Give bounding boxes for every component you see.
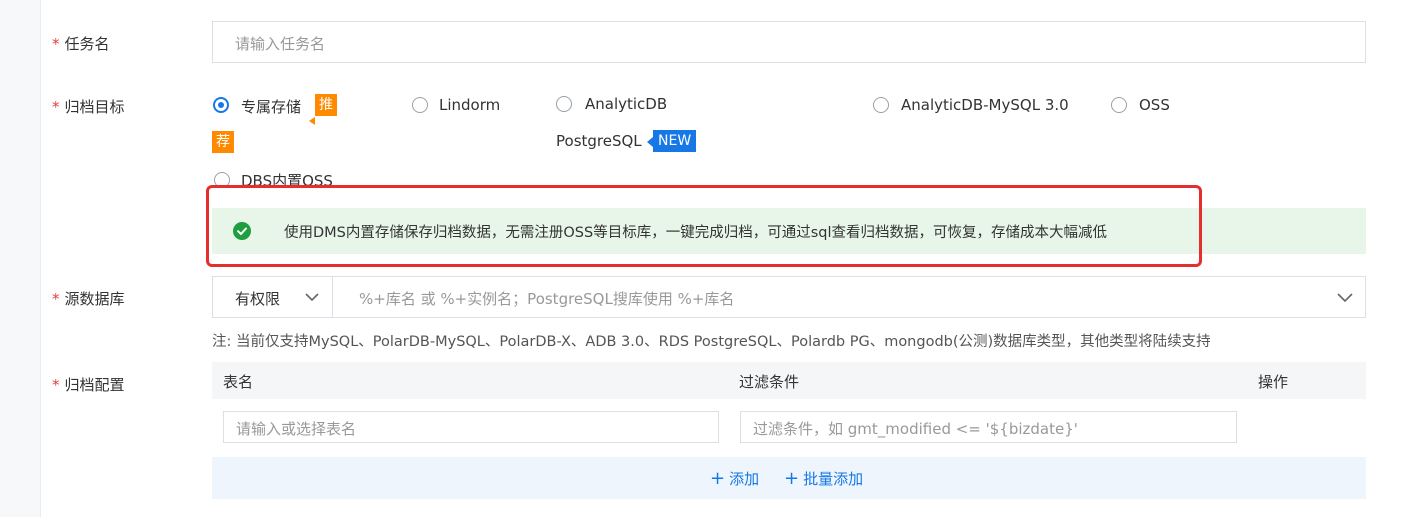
column-header-table-name: 表名: [223, 373, 254, 391]
chevron-down-icon: [305, 293, 319, 302]
highlight-callout-box: [206, 185, 1202, 267]
archive-target-label: * 归档目标: [52, 98, 125, 116]
task-name-placeholder: 请输入任务名: [235, 35, 326, 53]
recommend-badge-part2: 荐: [212, 131, 234, 153]
table-name-placeholder: 请输入或选择表名: [236, 420, 357, 438]
config-table-header: 表名 过滤条件 操作: [212, 362, 1366, 399]
option-analyticdb-pg-label-line2: PostgreSQL: [556, 132, 642, 150]
permission-select-value: 有权限: [235, 290, 281, 308]
option-lindorm-label: Lindorm: [439, 96, 501, 114]
plus-icon: +: [784, 468, 800, 489]
option-oss-label: OSS: [1139, 96, 1170, 114]
chevron-down-icon: [1337, 293, 1353, 302]
radio-lindorm[interactable]: [412, 97, 428, 113]
option-dedicated-storage-label: 专属存储: [241, 98, 302, 116]
filter-condition-placeholder: 过滤条件，如 gmt_modified <= '${bizdate}': [753, 420, 1078, 438]
option-analyticdb-mysql-label: AnalyticDB-MySQL 3.0: [901, 96, 1069, 114]
permission-select[interactable]: 有权限: [212, 276, 333, 318]
source-db-note: 注: 当前仅支持MySQL、PolarDB-MySQL、PolarDB-X、AD…: [212, 334, 1211, 350]
source-db-search-select[interactable]: %+库名 或 %+实例名；PostgreSQL搜库使用 %+库名: [332, 276, 1366, 318]
add-button[interactable]: + 添加: [710, 468, 759, 489]
table-name-input[interactable]: 请输入或选择表名: [223, 411, 719, 443]
bulk-add-button-label: 批量添加: [803, 470, 864, 488]
archive-config-label: * 归档配置: [52, 376, 125, 394]
source-db-placeholder: %+库名 或 %+实例名；PostgreSQL搜库使用 %+库名: [359, 290, 735, 308]
bulk-add-button[interactable]: + 批量添加: [784, 468, 863, 489]
task-name-label: * 任务名: [52, 35, 110, 53]
task-name-input[interactable]: 请输入任务名: [212, 21, 1366, 63]
new-badge: NEW: [653, 130, 697, 152]
recommend-badge-arrow: [309, 117, 315, 125]
option-analyticdb-pg-label-line1: AnalyticDB: [585, 95, 668, 113]
radio-analyticdb-pg[interactable]: [556, 96, 572, 112]
filter-condition-input[interactable]: 过滤条件，如 gmt_modified <= '${bizdate}': [740, 411, 1237, 443]
radio-dedicated-storage[interactable]: [213, 97, 229, 113]
column-header-filter: 过滤条件: [739, 373, 800, 391]
recommend-badge-part1: 推: [315, 94, 337, 116]
source-db-label: * 源数据库: [52, 290, 125, 308]
radio-analyticdb-mysql[interactable]: [873, 97, 889, 113]
add-row-bar: + 添加 + 批量添加: [212, 457, 1366, 499]
radio-oss[interactable]: [1111, 97, 1127, 113]
plus-icon: +: [710, 468, 726, 489]
add-button-label: 添加: [729, 470, 760, 488]
column-header-actions: 操作: [1258, 373, 1289, 391]
